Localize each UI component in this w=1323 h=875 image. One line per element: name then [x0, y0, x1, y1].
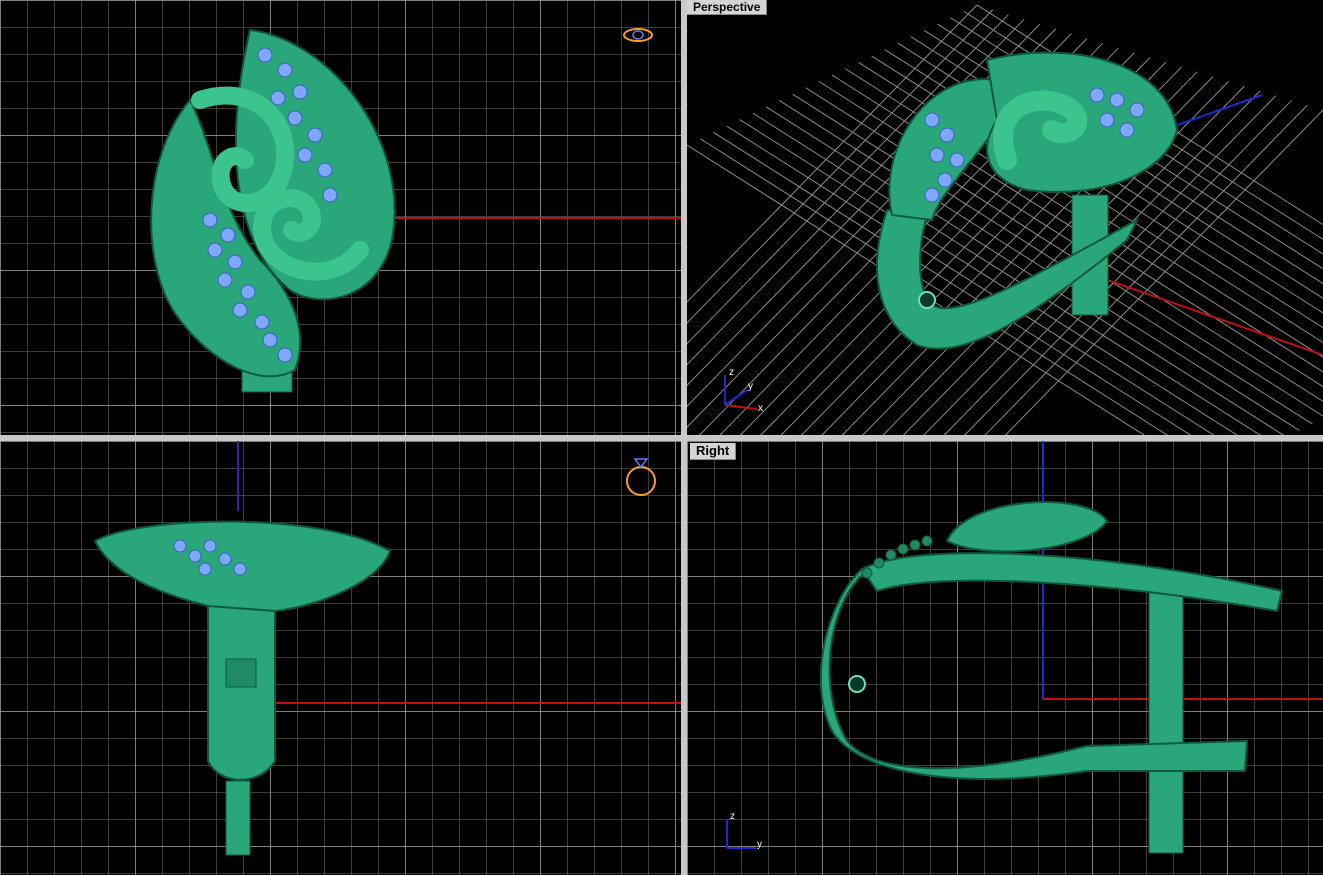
grid-line: [687, 14, 1009, 345]
ring-top-plate: [860, 552, 1284, 613]
ring-top-view-icon: [623, 28, 653, 42]
spiral-crown: [945, 501, 1109, 553]
axis-gizmo: z y: [726, 811, 762, 850]
axis-y-label: y: [757, 839, 762, 850]
viewport-perspective[interactable]: z y x Perspective: [687, 0, 1323, 435]
axis-z-label: z: [729, 367, 734, 378]
ring-model-front[interactable]: [93, 520, 392, 856]
ring-model-right[interactable]: [819, 501, 1284, 854]
viewport-front[interactable]: [0, 441, 681, 875]
ring-front-view-icon: [626, 458, 656, 496]
hinge-hole: [848, 675, 866, 693]
perspective-view-canvas[interactable]: z y x: [687, 0, 1323, 435]
axis-z-label: z: [730, 811, 735, 822]
front-view-canvas[interactable]: [0, 441, 681, 875]
viewport-top[interactable]: [0, 0, 681, 435]
axis-x-label: x: [758, 403, 763, 414]
support-post: [225, 780, 251, 856]
right-view-canvas[interactable]: z y: [687, 441, 1323, 875]
ring-model-top[interactable]: [150, 28, 396, 393]
axis-gizmo: z y x: [724, 367, 763, 414]
top-view-canvas[interactable]: [0, 0, 681, 435]
viewport-right[interactable]: z y Right: [687, 441, 1323, 875]
viewport-title-perspective[interactable]: Perspective: [687, 0, 768, 15]
axis-y-label: y: [748, 381, 753, 392]
grid-line: [726, 125, 1215, 435]
viewport-title-right[interactable]: Right: [690, 443, 737, 460]
support-post: [1148, 580, 1184, 854]
hinge-block: [225, 658, 257, 688]
hinge-hole: [918, 291, 936, 309]
